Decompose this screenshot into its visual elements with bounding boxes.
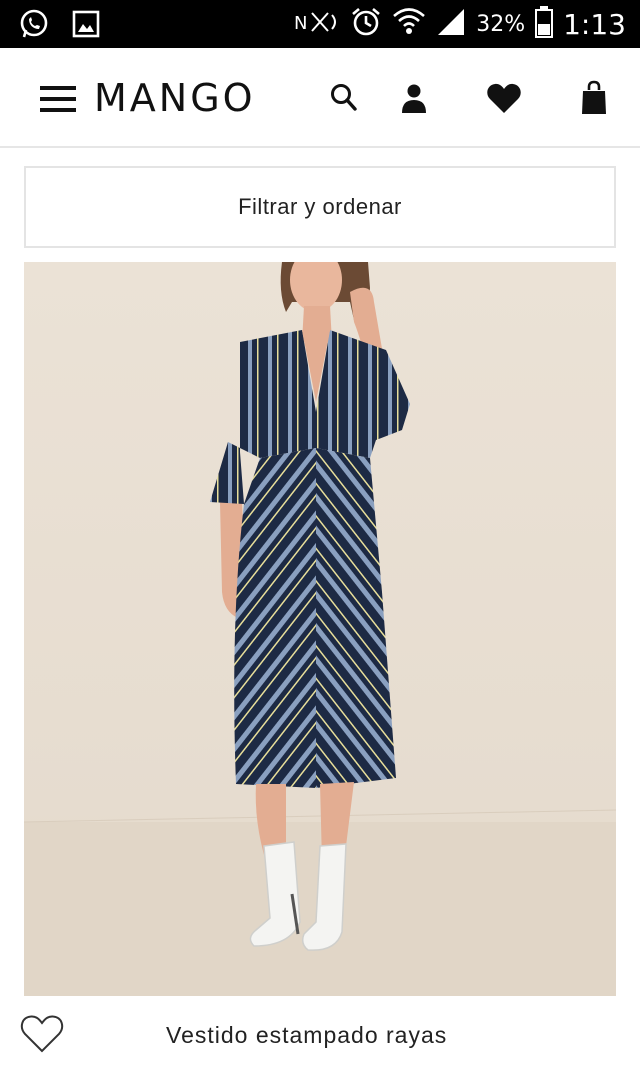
brand-logo[interactable]: MANGO bbox=[94, 76, 256, 120]
search-icon[interactable] bbox=[324, 76, 364, 120]
battery-icon bbox=[535, 6, 554, 42]
product-image[interactable] bbox=[24, 262, 616, 996]
site-header: MANGO bbox=[0, 48, 640, 148]
gallery-icon bbox=[72, 10, 100, 42]
clock: 1:13 bbox=[563, 7, 626, 41]
svg-text:N: N bbox=[294, 13, 307, 34]
battery-percent: 32% bbox=[476, 11, 526, 37]
add-to-wishlist-heart-icon[interactable] bbox=[20, 1014, 64, 1054]
menu-icon[interactable] bbox=[40, 86, 76, 112]
account-icon[interactable] bbox=[394, 76, 434, 120]
filter-sort-button[interactable]: Filtrar y ordenar bbox=[24, 166, 616, 248]
product-info: Vestido estampado rayas bbox=[0, 1000, 640, 1067]
status-bar: N 32% 1:13 bbox=[0, 0, 640, 48]
wifi-icon bbox=[392, 6, 426, 42]
status-left-icons bbox=[18, 8, 100, 44]
nfc-icon: N bbox=[294, 7, 340, 41]
bag-icon[interactable] bbox=[574, 76, 614, 120]
status-right: N 32% 1:13 bbox=[294, 5, 626, 43]
product-name[interactable]: Vestido estampado rayas bbox=[166, 1022, 447, 1049]
wishlist-icon[interactable] bbox=[484, 76, 524, 120]
signal-icon bbox=[436, 7, 466, 41]
alarm-icon bbox=[350, 6, 382, 42]
whatsapp-icon bbox=[18, 8, 50, 44]
